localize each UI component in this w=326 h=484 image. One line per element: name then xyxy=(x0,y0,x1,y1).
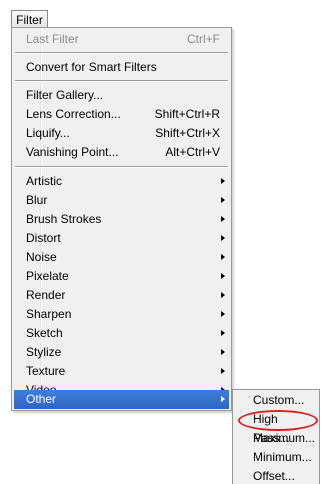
menu-item-noise[interactable]: Noise xyxy=(14,248,229,267)
menu-item-label: Sketch xyxy=(26,326,63,340)
menu-item-label: Texture xyxy=(26,364,66,378)
submenu-arrow-icon xyxy=(221,273,225,279)
menu-item-texture[interactable]: Texture xyxy=(14,362,229,381)
menu-separator xyxy=(15,166,228,168)
menu-item-liquify[interactable]: Liquify... Shift+Ctrl+X xyxy=(14,124,229,143)
menu-item-label: Artistic xyxy=(26,174,62,188)
menu-item-label: Lens Correction... xyxy=(26,107,121,121)
submenu-item-label: Minimum... xyxy=(253,450,312,464)
menu-item-label: Render xyxy=(26,288,66,302)
menu-item-label: Filter Gallery... xyxy=(26,88,104,102)
submenu-arrow-icon xyxy=(221,216,225,222)
menu-item-shortcut: Shift+Ctrl+X xyxy=(155,126,220,140)
menu-item-distort[interactable]: Distort xyxy=(14,229,229,248)
submenu-arrow-icon xyxy=(221,197,225,203)
menu-item-label: Convert for Smart Filters xyxy=(26,60,157,74)
highlight-annotation-circle xyxy=(238,410,318,431)
submenu-arrow-icon xyxy=(221,349,225,355)
submenu-item-minimum[interactable]: Minimum... xyxy=(235,448,317,467)
menu-item-shortcut: Shift+Ctrl+R xyxy=(154,107,220,121)
submenu-item-label: Custom... xyxy=(253,393,305,407)
menu-item-label: Stylize xyxy=(26,345,62,359)
menu-item-sketch[interactable]: Sketch xyxy=(14,324,229,343)
menu-item-pixelate[interactable]: Pixelate xyxy=(14,267,229,286)
menu-item-label: Last Filter xyxy=(26,32,79,46)
menu-separator xyxy=(15,52,228,54)
submenu-item-label: Offset... xyxy=(253,469,295,483)
submenu-arrow-icon xyxy=(221,330,225,336)
menu-item-sharpen[interactable]: Sharpen xyxy=(14,305,229,324)
menu-item-label: Vanishing Point... xyxy=(26,145,119,159)
menu-item-stylize[interactable]: Stylize xyxy=(14,343,229,362)
menu-item-label: Noise xyxy=(26,250,57,264)
menu-separator xyxy=(15,80,228,82)
submenu-arrow-icon xyxy=(221,311,225,317)
menu-item-other[interactable]: Other xyxy=(14,390,229,409)
submenu-arrow-icon xyxy=(221,235,225,241)
menu-item-label: Liquify... xyxy=(26,126,70,140)
submenu-arrow-icon xyxy=(221,254,225,260)
menu-item-convert-for-smart-filters[interactable]: Convert for Smart Filters xyxy=(14,58,229,77)
menu-item-label: Other xyxy=(26,392,57,406)
menu-item-render[interactable]: Render xyxy=(14,286,229,305)
submenu-arrow-icon xyxy=(221,292,225,298)
menu-item-vanishing-point[interactable]: Vanishing Point... Alt+Ctrl+V xyxy=(14,143,229,162)
submenu-item-maximum[interactable]: Maximum... xyxy=(235,429,317,448)
menu-item-label: Blur xyxy=(26,193,48,207)
submenu-item-custom[interactable]: Custom... xyxy=(235,391,317,410)
submenu-item-label: Maximum... xyxy=(253,431,316,445)
menu-item-blur[interactable]: Blur xyxy=(14,191,229,210)
menu-item-last-filter[interactable]: Last Filter Ctrl+F xyxy=(14,30,229,49)
menu-item-lens-correction[interactable]: Lens Correction... Shift+Ctrl+R xyxy=(14,105,229,124)
filter-menu-button[interactable]: Filter xyxy=(11,10,48,28)
menu-item-label: Brush Strokes xyxy=(26,212,102,226)
menu-item-filter-gallery[interactable]: Filter Gallery... xyxy=(14,86,229,105)
submenu-arrow-icon xyxy=(221,178,225,184)
menu-item-artistic[interactable]: Artistic xyxy=(14,172,229,191)
filter-dropdown-menu: Last Filter Ctrl+F Convert for Smart Fil… xyxy=(11,27,232,411)
menu-item-shortcut: Ctrl+F xyxy=(187,32,220,46)
other-submenu: Custom... High Pass... Maximum... Minimu… xyxy=(232,389,320,484)
submenu-arrow-icon xyxy=(221,396,225,402)
menu-item-label: Distort xyxy=(26,231,61,245)
menu-item-label: Pixelate xyxy=(26,269,69,283)
menu-item-brush-strokes[interactable]: Brush Strokes xyxy=(14,210,229,229)
submenu-arrow-icon xyxy=(221,368,225,374)
menu-item-label: Sharpen xyxy=(26,307,72,321)
submenu-item-offset[interactable]: Offset... xyxy=(235,467,317,484)
menu-item-shortcut: Alt+Ctrl+V xyxy=(165,145,220,159)
